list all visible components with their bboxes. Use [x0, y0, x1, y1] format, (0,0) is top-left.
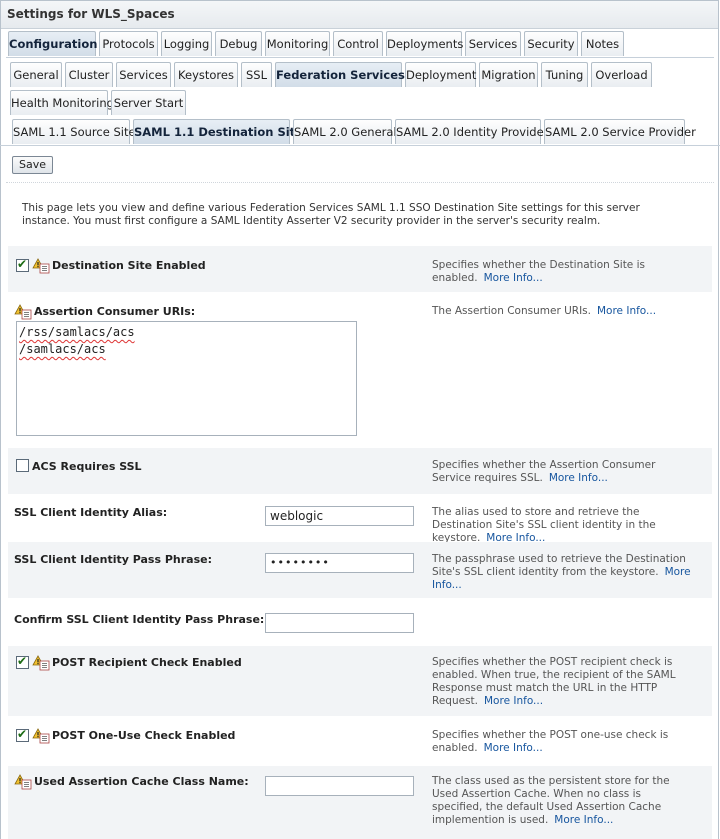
- ssl-client-identity-pass-input[interactable]: ••••••••: [265, 553, 414, 573]
- samltab-11-source-site[interactable]: SAML 1.1 Source Site: [12, 119, 136, 144]
- restart-required-icon: [14, 304, 32, 320]
- uri-line: /rss/samlacs/acs: [19, 325, 135, 339]
- subtab-health-monitoring[interactable]: Health Monitoring: [10, 90, 114, 115]
- subtab-federation-services[interactable]: Federation Services: [275, 62, 405, 87]
- more-info-link[interactable]: More Info...: [554, 814, 613, 826]
- subtab-migration[interactable]: Migration: [479, 62, 538, 87]
- samltab-11-destination-site[interactable]: SAML 1.1 Destination Site: [133, 119, 303, 144]
- tab-debug[interactable]: Debug: [215, 31, 262, 56]
- tab-logging[interactable]: Logging: [161, 31, 212, 56]
- tab-control[interactable]: Control: [333, 31, 383, 56]
- assertion-consumer-uris-textarea[interactable]: /rss/samlacs/acs /samlacs/acs: [16, 321, 357, 436]
- ssl-client-identity-pass-label: SSL Client Identity Pass Phrase:: [14, 553, 212, 566]
- confirm-pass-input[interactable]: [265, 613, 414, 633]
- tab-deployments[interactable]: Deployments: [386, 31, 463, 56]
- subtab-services[interactable]: Services: [116, 62, 171, 87]
- desc-text: The passphrase used to retrieve the Dest…: [432, 553, 686, 578]
- sub-tab-row-2: Health Monitoring Server Start: [0, 88, 720, 116]
- assertion-consumer-uris-desc: The Assertion Consumer URIs. More Info...: [432, 305, 692, 318]
- save-button[interactable]: Save: [12, 156, 53, 174]
- post-one-use-check-desc: Specifies whether the POST one-use check…: [432, 729, 692, 755]
- saml-tab-row: SAML 1.1 Source Site SAML 1.1 Destinatio…: [0, 116, 720, 146]
- acs-requires-ssl-label: ACS Requires SSL: [32, 460, 142, 473]
- tab-protocols[interactable]: Protocols: [99, 31, 158, 56]
- restart-required-icon: [14, 774, 32, 790]
- confirm-pass-label: Confirm SSL Client Identity Pass Phrase:: [14, 613, 265, 626]
- more-info-link[interactable]: More Info...: [597, 305, 656, 317]
- subtab-general[interactable]: General: [10, 62, 62, 87]
- samltab-20-service-provider[interactable]: SAML 2.0 Service Provider: [544, 119, 696, 144]
- ssl-client-identity-alias-desc: The alias used to store and retrieve the…: [432, 506, 692, 545]
- desc-text: Specifies whether the Assertion Consumer…: [432, 459, 656, 484]
- ssl-client-identity-alias-label: SSL Client Identity Alias:: [14, 506, 168, 519]
- subtab-ssl[interactable]: SSL: [241, 62, 272, 87]
- ssl-client-identity-alias-input[interactable]: weblogic: [265, 506, 414, 526]
- destination-site-enabled-checkbox[interactable]: [16, 257, 29, 272]
- desc-text: Specifies whether the POST recipient che…: [432, 656, 676, 707]
- subtab-cluster[interactable]: Cluster: [65, 62, 113, 87]
- sub-tab-row: General Cluster Services Keystores SSL F…: [0, 58, 720, 88]
- subtab-server-start[interactable]: Server Start: [111, 90, 186, 115]
- uri-line: /samlacs/acs: [19, 342, 106, 356]
- more-info-link[interactable]: More Info...: [484, 695, 543, 707]
- more-info-link[interactable]: More Info...: [484, 272, 543, 284]
- destination-site-enabled-label: Destination Site Enabled: [52, 259, 206, 272]
- tab-monitoring[interactable]: Monitoring: [265, 31, 330, 56]
- row-acs-requires-ssl: ACS Requires SSL Specifies whether the A…: [8, 448, 712, 494]
- tab-configuration[interactable]: Configuration: [8, 31, 97, 56]
- desc-text: The Assertion Consumer URIs.: [432, 305, 591, 317]
- main-tab-row: Configuration Protocols Logging Debug Mo…: [0, 28, 720, 58]
- restart-required-icon: [32, 258, 50, 274]
- post-recipient-check-label: POST Recipient Check Enabled: [52, 656, 242, 669]
- page-title: Settings for WLS_Spaces: [1, 1, 718, 29]
- restart-required-icon: [32, 655, 50, 671]
- used-assertion-cache-desc: The class used as the persistent store f…: [432, 775, 692, 827]
- separator: [6, 182, 714, 183]
- assertion-consumer-uris-label: Assertion Consumer URIs:: [34, 305, 196, 318]
- subtab-overload[interactable]: Overload: [591, 62, 652, 87]
- used-assertion-cache-label: Used Assertion Cache Class Name:: [34, 775, 249, 788]
- row-destination-site-enabled: Destination Site Enabled Specifies wheth…: [8, 246, 712, 292]
- post-one-use-check-checkbox[interactable]: [16, 727, 29, 742]
- acs-requires-ssl-desc: Specifies whether the Assertion Consumer…: [432, 459, 692, 485]
- samltab-20-general[interactable]: SAML 2.0 General: [293, 119, 397, 144]
- acs-requires-ssl-checkbox[interactable]: [16, 459, 29, 472]
- more-info-link[interactable]: More Info...: [484, 742, 543, 754]
- tab-services[interactable]: Services: [465, 31, 521, 56]
- used-assertion-cache-input[interactable]: [265, 776, 414, 796]
- destination-site-enabled-desc: Specifies whether the Destination Site i…: [432, 259, 692, 285]
- subtab-keystores[interactable]: Keystores: [174, 62, 238, 87]
- more-info-link[interactable]: More Info...: [549, 472, 608, 484]
- post-one-use-check-label: POST One-Use Check Enabled: [52, 729, 236, 742]
- row-post-one-use-check: POST One-Use Check Enabled Specifies whe…: [8, 718, 712, 764]
- desc-text: Specifies whether the POST one-use check…: [432, 729, 669, 754]
- restart-required-icon: [32, 728, 50, 744]
- subtab-deployment[interactable]: Deployment: [405, 62, 476, 87]
- subtab-tuning[interactable]: Tuning: [541, 62, 588, 87]
- tab-notes[interactable]: Notes: [581, 31, 624, 56]
- row-post-recipient-check: POST Recipient Check Enabled Specifies w…: [8, 646, 712, 716]
- post-recipient-check-desc: Specifies whether the POST recipient che…: [432, 656, 692, 708]
- ssl-client-identity-pass-desc: The passphrase used to retrieve the Dest…: [432, 553, 692, 592]
- desc-text: The class used as the persistent store f…: [432, 775, 670, 826]
- post-recipient-check-checkbox[interactable]: [16, 654, 29, 669]
- tab-security[interactable]: Security: [524, 31, 578, 56]
- samltab-20-identity-provider[interactable]: SAML 2.0 Identity Provider: [395, 119, 548, 144]
- intro-text: This page lets you view and define vario…: [22, 202, 640, 227]
